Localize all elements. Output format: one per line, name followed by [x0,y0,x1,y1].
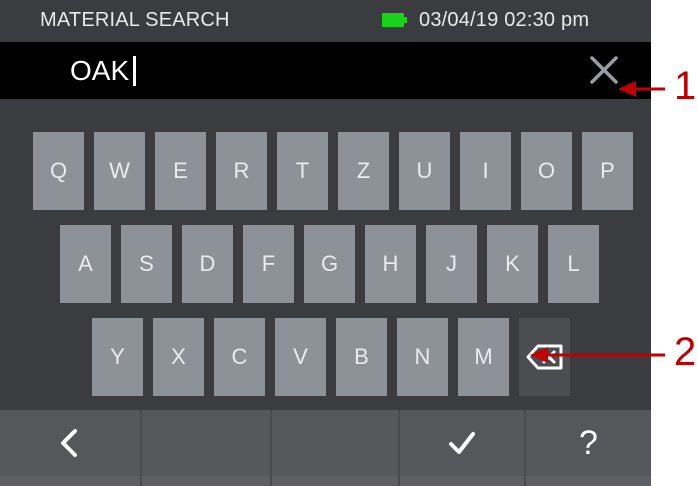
callout-arrow-2 [530,347,665,363]
callout-arrow-1 [618,81,665,97]
callout-number-2: 2 [674,330,697,374]
callout-arrows [530,81,665,363]
callout-number-1: 1 [674,64,697,108]
